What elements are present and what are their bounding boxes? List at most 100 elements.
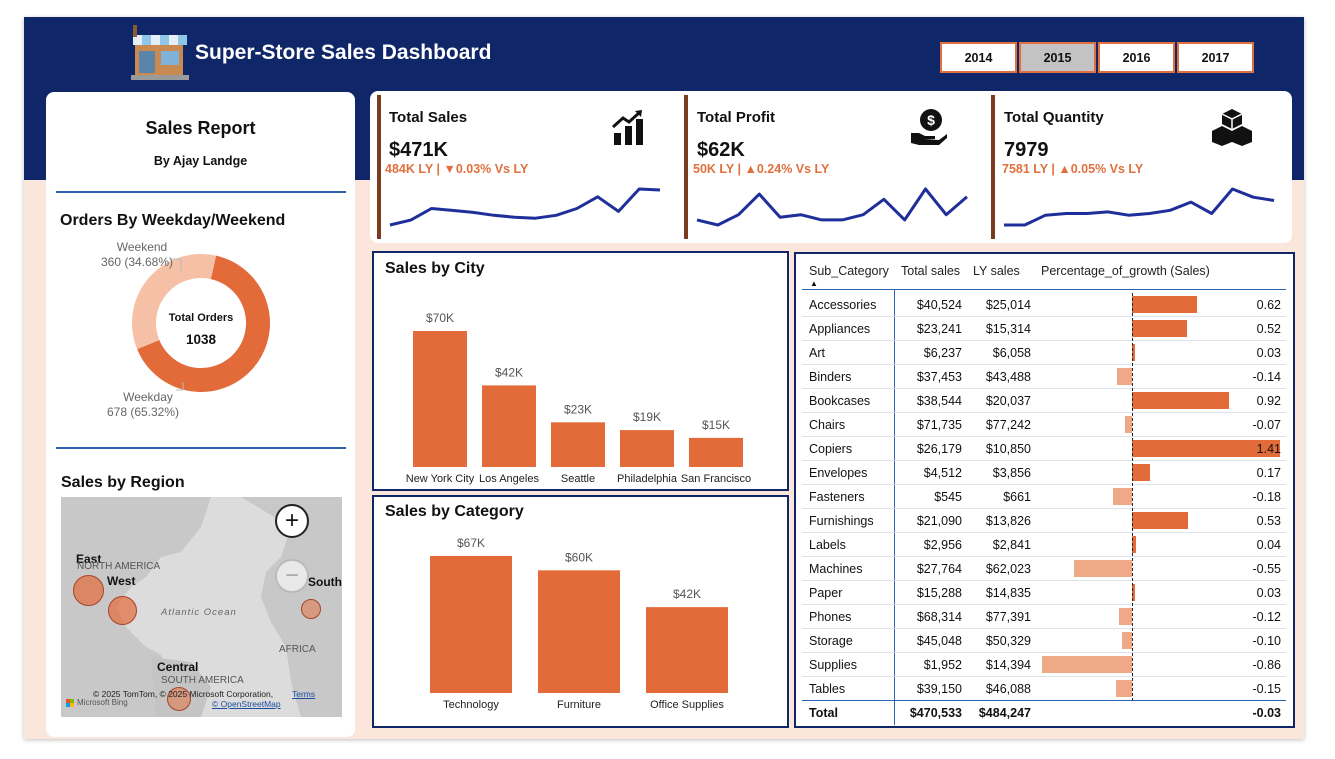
table-row[interactable]: Art $6,237 $6,058 0.03 <box>802 341 1286 365</box>
bar-new-york-city <box>413 331 467 467</box>
map-label-central: Central <box>157 660 199 674</box>
map-bubble-east[interactable] <box>73 575 104 606</box>
kpi-change: 0.05% Vs LY <box>1070 162 1144 176</box>
growth-bar <box>1121 632 1132 649</box>
sparkline-path <box>389 187 661 227</box>
year-2014-button[interactable]: 2014 <box>940 42 1017 73</box>
table-row[interactable]: Accessories $40,524 $25,014 0.62 <box>802 293 1286 317</box>
table-row[interactable]: Paper $15,288 $14,835 0.03 <box>802 581 1286 605</box>
cell-subcategory: Bookcases <box>809 394 871 408</box>
cell-total-sales: $45,048 <box>916 634 962 648</box>
cell-total-sales: $40,524 <box>916 298 962 312</box>
bar-data-label: $15K <box>702 418 730 432</box>
zoom-out-button[interactable]: − <box>275 559 309 593</box>
region-map[interactable]: East NORTH AMERICA West Atlantic Ocean S… <box>61 497 342 717</box>
map-label-south: South <box>308 575 342 589</box>
growth-zero-axis <box>1132 293 1133 701</box>
total-ly-sales: $484,247 <box>978 706 1031 720</box>
cell-ly-sales: $46,088 <box>985 682 1031 696</box>
col-header-growth[interactable]: Percentage_of_growth (Sales) <box>1041 264 1210 278</box>
cell-subcategory: Binders <box>809 370 852 384</box>
table-row[interactable]: Tables $39,150 $46,088 -0.15 <box>802 677 1286 701</box>
growth-bar <box>1116 680 1132 697</box>
cell-subcategory: Copiers <box>809 442 853 456</box>
left-panel: Sales Report By Ajay Landge Orders By We… <box>46 92 355 737</box>
table-row[interactable]: Furnishings $21,090 $13,826 0.53 <box>802 509 1286 533</box>
kpi-comparison: 7581 LY | ▲0.05% Vs LY <box>1002 162 1143 176</box>
table-row[interactable]: Binders $37,453 $43,488 -0.14 <box>802 365 1286 389</box>
cell-growth: -0.15 <box>1252 682 1282 696</box>
bar-category-label: Technology <box>443 699 499 711</box>
city-chart-panel: Sales by City $70K New York City $42K Los A… <box>372 251 789 491</box>
kpi-label: Total Quantity <box>1004 109 1104 126</box>
bar-furniture <box>538 570 620 693</box>
total-growth: -0.03 <box>1252 706 1282 720</box>
table-row[interactable]: Labels $2,956 $2,841 0.04 <box>802 533 1286 557</box>
table-row[interactable]: Appliances $23,241 $15,314 0.52 <box>802 317 1286 341</box>
table-row[interactable]: Copiers $26,179 $10,850 1.41 <box>802 437 1286 461</box>
kpi-accent <box>991 95 995 239</box>
map-bubble-south[interactable] <box>301 599 321 619</box>
cell-ly-sales: $6,058 <box>992 346 1031 360</box>
table-row[interactable]: Phones $68,314 $77,391 -0.12 <box>802 605 1286 629</box>
col-header-total-sales[interactable]: Total sales <box>901 264 960 278</box>
cell-subcategory: Fasteners <box>809 490 865 504</box>
bar-data-label: $70K <box>426 311 454 325</box>
cell-subcategory: Supplies <box>809 658 857 672</box>
bar-data-label: $67K <box>457 536 485 550</box>
year-2017-button[interactable]: 2017 <box>1177 42 1254 73</box>
map-geo-africa: AFRICA <box>279 644 316 655</box>
bar-category-label: San Francisco <box>681 473 751 485</box>
kpi-label: Total Profit <box>697 109 776 126</box>
table-row[interactable]: Chairs $71,735 $77,242 -0.07 <box>802 413 1286 437</box>
zoom-in-button[interactable]: + <box>275 504 309 538</box>
bar-category-label: Office Supplies <box>650 699 724 711</box>
bar-office-supplies <box>646 607 728 693</box>
kpi-arrow: ▼ <box>443 162 456 176</box>
cell-ly-sales: $14,394 <box>985 658 1031 672</box>
table-row[interactable]: Envelopes $4,512 $3,856 0.17 <box>802 461 1286 485</box>
growth-bar <box>1119 608 1132 625</box>
table-row[interactable]: Supplies $1,952 $14,394 -0.86 <box>802 653 1286 677</box>
bar-category-label: Furniture <box>557 699 601 711</box>
table-row[interactable]: Fasteners $545 $661 -0.18 <box>802 485 1286 509</box>
cell-ly-sales: $15,314 <box>985 322 1031 336</box>
cell-total-sales: $2,956 <box>923 538 962 552</box>
cell-ly-sales: $77,242 <box>985 418 1031 432</box>
cell-subcategory: Accessories <box>809 298 877 312</box>
cell-growth: 0.04 <box>1256 538 1281 552</box>
cell-total-sales: $39,150 <box>916 682 962 696</box>
microsoft-logo-icon <box>66 699 74 707</box>
growth-bar <box>1117 368 1132 385</box>
weekday-value: 678 (65.32%) <box>106 405 180 419</box>
table-row[interactable]: Bookcases $38,544 $20,037 0.92 <box>802 389 1286 413</box>
cell-ly-sales: $13,826 <box>985 514 1031 528</box>
growth-bar <box>1132 296 1198 313</box>
kpi-ly: 484K LY <box>385 162 433 176</box>
divider <box>56 447 346 449</box>
cell-growth: 0.62 <box>1256 298 1281 312</box>
kpi-arrow: ▲ <box>1058 162 1071 176</box>
category-bar-chart: $67K Technology $60K Furniture $42K Office Su… <box>430 536 728 711</box>
map-bubble-west[interactable] <box>108 596 137 625</box>
cell-total-sales: $6,237 <box>923 346 962 360</box>
growth-bar <box>1124 416 1132 433</box>
table-row[interactable]: Machines $27,764 $62,023 -0.55 <box>802 557 1286 581</box>
bar-data-label: $42K <box>673 587 701 601</box>
cell-subcategory: Appliances <box>809 322 871 336</box>
col-header-ly-sales[interactable]: LY sales <box>973 264 1020 278</box>
map-terms-link[interactable]: Terms <box>292 689 315 699</box>
cell-growth: 1.41 <box>1256 442 1281 456</box>
report-author: By Ajay Landge <box>153 154 248 168</box>
year-2016-button[interactable]: 2016 <box>1098 42 1175 73</box>
kpi-sep: | <box>1051 162 1055 176</box>
col-header-subcategory[interactable]: Sub_Category <box>809 264 889 278</box>
region-title: Sales by Region <box>61 474 185 491</box>
year-2015-button[interactable]: 2015 <box>1019 42 1096 73</box>
boxes-icon <box>1212 109 1252 146</box>
table-row[interactable]: Storage $45,048 $50,329 -0.10 <box>802 629 1286 653</box>
kpi-sep: | <box>737 162 742 176</box>
map-osm-link[interactable]: © OpenStreetMap <box>212 699 281 709</box>
total-sales: $470,533 <box>909 706 962 720</box>
weekday-label: Weekday <box>123 390 173 404</box>
